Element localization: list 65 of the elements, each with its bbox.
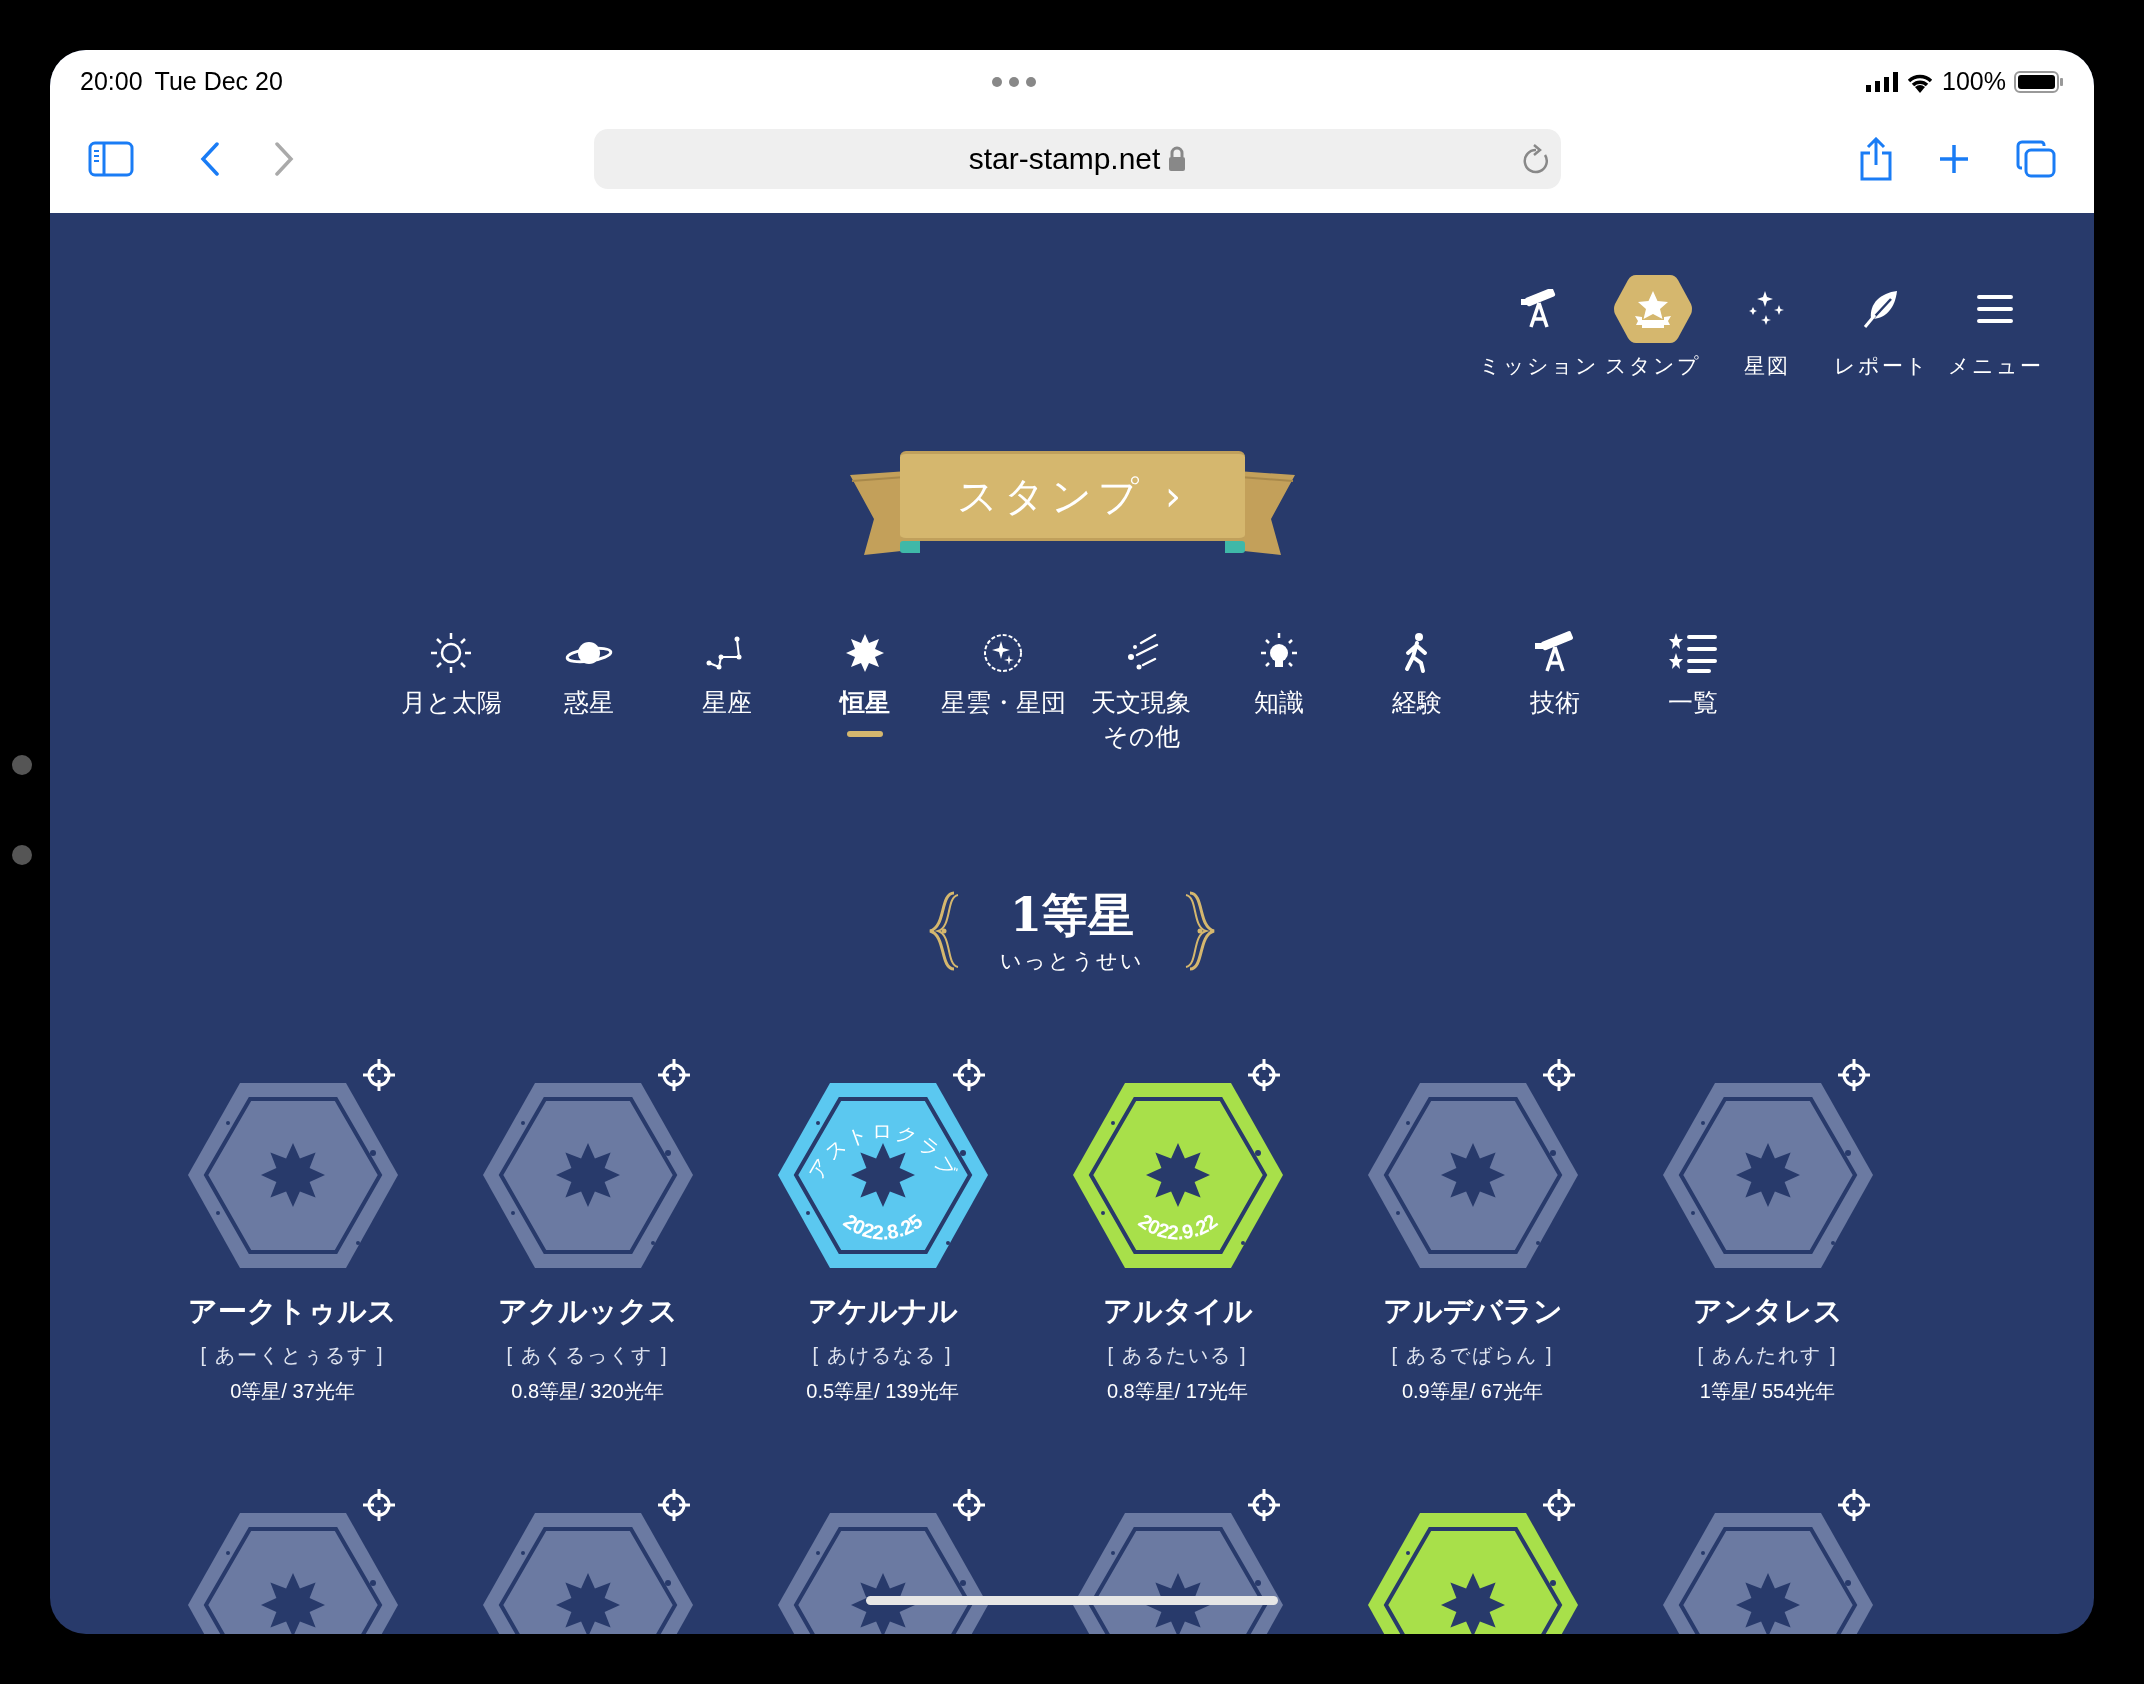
add-icon[interactable] bbox=[1938, 142, 1970, 175]
stamp-reading: [ あくるっくす ] bbox=[506, 1342, 669, 1368]
locate-crosshair-icon[interactable] bbox=[1247, 1058, 1281, 1092]
nav-link[interactable]: メニュー bbox=[1947, 350, 2043, 382]
category-tab[interactable]: 惑星 bbox=[564, 684, 614, 719]
url-field[interactable]: star-stamp.net bbox=[594, 128, 1561, 189]
stamp-info: 0等星/ 37光年 bbox=[230, 1378, 355, 1404]
locate-crosshair-icon[interactable] bbox=[1837, 1058, 1871, 1092]
stamp-info: 1等星/ 554光年 bbox=[1699, 1378, 1836, 1404]
nav-link[interactable]: 星図 bbox=[1744, 350, 1790, 382]
locate-crosshair-icon[interactable] bbox=[362, 1058, 396, 1092]
reload-icon[interactable] bbox=[1521, 142, 1551, 175]
status-time: 20:00 bbox=[80, 66, 143, 98]
category-tab[interactable]: 経験 bbox=[1392, 684, 1442, 719]
stamp-info: 0.8等星/ 320光年 bbox=[511, 1378, 664, 1404]
stamp-reading: [ あーくとぅるす ] bbox=[200, 1342, 385, 1368]
stamp-name: アクルックス bbox=[497, 1294, 678, 1329]
locate-crosshair-icon[interactable] bbox=[952, 1058, 986, 1092]
sidebar-icon[interactable] bbox=[88, 140, 134, 177]
locate-crosshair-icon[interactable] bbox=[952, 1487, 986, 1522]
locate-crosshair-icon[interactable] bbox=[1542, 1487, 1576, 1522]
nav-link[interactable]: レポート bbox=[1833, 350, 1929, 382]
locate-crosshair-icon[interactable] bbox=[1247, 1487, 1281, 1522]
signal-icon bbox=[1866, 72, 1899, 92]
star-ribbon-icon bbox=[1635, 291, 1671, 328]
category-tab[interactable]: 恒星 bbox=[840, 684, 890, 719]
locate-crosshair-icon[interactable] bbox=[657, 1487, 691, 1522]
category-tab[interactable]: 天文現象 bbox=[1091, 684, 1191, 719]
locate-crosshair-icon[interactable] bbox=[362, 1487, 396, 1522]
stamp-info: 0.5等星/ 139光年 bbox=[806, 1378, 959, 1404]
back-icon[interactable] bbox=[200, 141, 220, 176]
nav-link[interactable]: ミッション bbox=[1479, 350, 1599, 382]
stamp-name: アークトゥルス bbox=[188, 1294, 397, 1329]
status-date: Tue Dec 20 bbox=[154, 66, 283, 98]
lock-icon bbox=[1168, 145, 1187, 172]
share-icon[interactable] bbox=[1858, 136, 1894, 181]
stamp-name: アルタイル bbox=[1102, 1294, 1253, 1329]
category-tab-line[interactable]: その他 bbox=[1102, 718, 1180, 753]
section-title: 1等星 bbox=[1010, 886, 1134, 943]
stamp-reading: [ あけるなる ] bbox=[812, 1342, 953, 1368]
category-tab[interactable]: 技術 bbox=[1530, 684, 1580, 719]
category-tab[interactable]: 星座 bbox=[702, 684, 752, 719]
stamp-info: 0.8等星/ 17光年 bbox=[1106, 1378, 1249, 1404]
category-tab[interactable]: 月と太陽 bbox=[400, 684, 502, 719]
stamp-name: アルデバラン bbox=[1382, 1294, 1563, 1329]
category-tab[interactable]: 一覧 bbox=[1668, 684, 1718, 719]
sun-moon-icon bbox=[429, 630, 473, 675]
category-tab[interactable]: 星雲・星団 bbox=[940, 684, 1066, 719]
stamp-name: アケルナル bbox=[807, 1294, 958, 1329]
tabs-icon[interactable] bbox=[2016, 139, 2056, 178]
more-dots-icon bbox=[992, 77, 1037, 87]
selected-underline bbox=[847, 730, 883, 737]
category-tab[interactable]: 知識 bbox=[1254, 684, 1304, 719]
stamp-info: 0.9等星/ 67光年 bbox=[1401, 1378, 1544, 1404]
battery-percent: 100% bbox=[1942, 66, 2006, 98]
stamp-reading: [ あるたいる ] bbox=[1107, 1342, 1248, 1368]
locate-crosshair-icon[interactable] bbox=[1542, 1058, 1576, 1092]
stamp-reading: [ あるでばらん ] bbox=[1391, 1342, 1554, 1368]
locate-crosshair-icon[interactable] bbox=[657, 1058, 691, 1092]
battery-icon bbox=[2014, 71, 2064, 93]
stamp-name: アンタレス bbox=[1692, 1294, 1843, 1329]
locate-crosshair-icon[interactable] bbox=[1837, 1487, 1871, 1522]
nav-link[interactable]: スタンプ bbox=[1605, 350, 1701, 382]
section-reading: いっとうせい bbox=[1000, 947, 1144, 974]
stamp-reading: [ あんたれす ] bbox=[1697, 1342, 1838, 1368]
